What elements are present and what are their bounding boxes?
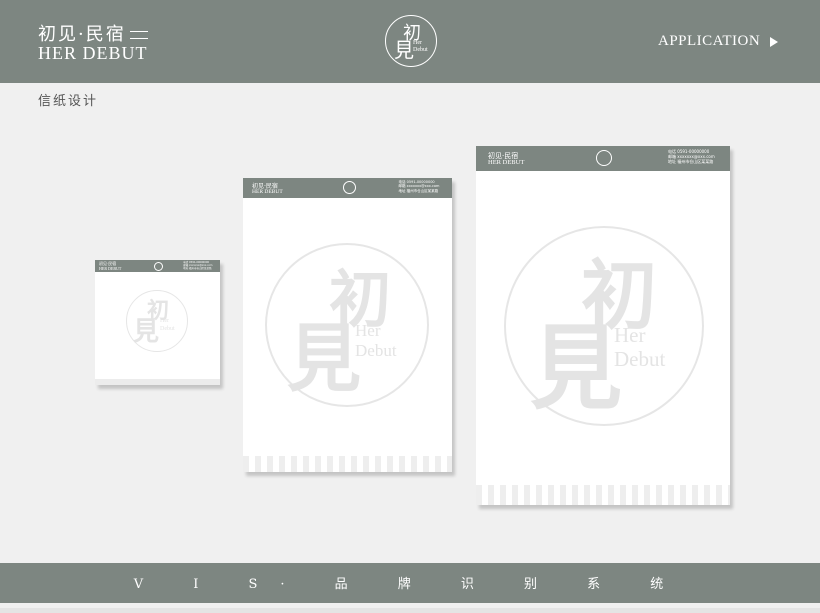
play-arrow-icon[interactable] — [770, 37, 778, 47]
application-link[interactable]: APPLICATION — [658, 33, 760, 50]
letterhead-large: 初见·民宿 HER DEBUT 电话 0591-00000000 邮箱 xxxxx… — [476, 146, 730, 505]
double-line-mark — [129, 31, 148, 39]
watermark-logo: 初 見 Her Debut — [126, 290, 188, 352]
letterhead-header: 初见·民宿 HER DEBUT 电话 0591-00000000 邮箱 xxxxx… — [95, 260, 220, 272]
letterhead-logo — [343, 181, 356, 194]
letterhead-logo — [154, 262, 163, 271]
letterhead-small: 初见·民宿 HER DEBUT 电话 0591-00000000 邮箱 xxxxx… — [95, 260, 220, 385]
letterhead-header: 初见·民宿 HER DEBUT 电话 0591-00000000 邮箱 xxxxx… — [476, 146, 730, 171]
bottom-pattern — [243, 456, 452, 472]
footer-text: V I S· 品 牌 识 别 系 统 — [133, 577, 687, 592]
bottom-strip — [0, 608, 820, 613]
letterhead-logo — [596, 150, 612, 166]
logo-seal: 初 見 Her Debut — [385, 15, 437, 67]
watermark-logo: 初 見 Her Debut — [265, 243, 429, 407]
bottom-pattern — [476, 485, 730, 505]
bottom-pattern — [95, 379, 220, 385]
letterhead-header: 初见·民宿 HER DEBUT 电话 0591-00000000 邮箱 xxxxx… — [243, 178, 452, 198]
letterhead-medium: 初见·民宿 HER DEBUT 电话 0591-00000000 邮箱 xxxxx… — [243, 178, 452, 472]
brand-name-en: HER DEBUT — [38, 43, 148, 63]
watermark-logo: 初 見 Her Debut — [504, 226, 704, 426]
page-subtitle: 信纸设计 — [38, 94, 99, 109]
